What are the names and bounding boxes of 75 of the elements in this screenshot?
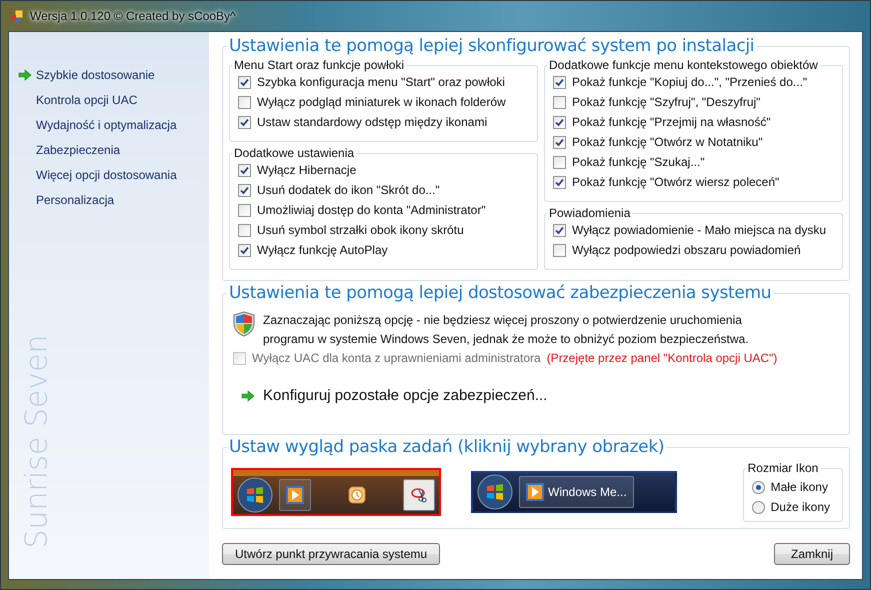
group-title: Menu Start oraz funkcje powłoki	[233, 58, 406, 72]
sidebar-item[interactable]: Kontrola opcji UAC	[9, 87, 209, 112]
checkbox[interactable]	[238, 96, 251, 108]
option-label: Wyłącz UAC dla konta z uprawnieniami administratora	[252, 351, 541, 365]
start-orb-icon	[477, 474, 513, 510]
taskbar-preview[interactable]	[231, 468, 441, 516]
checkbox[interactable]	[238, 164, 251, 176]
window-title: Wersja 1.0.120 © Created by sCooBy^	[30, 9, 236, 23]
checkbox[interactable]	[238, 204, 251, 216]
group-title: Rozmiar Ikon	[746, 461, 820, 475]
shield-icon	[233, 311, 255, 337]
taskbar-button: Windows Me...	[519, 476, 634, 508]
group-title: Dodatkowe ustawienia	[233, 146, 356, 160]
option-label: Wyłącz podpowiedzi obszaru powiadomień	[572, 243, 801, 257]
checkbox[interactable]	[238, 184, 251, 196]
checkbox[interactable]	[553, 136, 566, 148]
checkbox[interactable]	[238, 224, 251, 236]
group-title: Dodatkowe funkcje menu kontekstowego obiektów	[548, 58, 819, 72]
option-label: Ustaw standardowy odstęp między ikonami	[257, 115, 488, 129]
sidebar-item-label: Personalizacja	[36, 192, 114, 206]
checkbox[interactable]	[553, 244, 566, 256]
checkbox[interactable]	[238, 244, 251, 256]
checkbox[interactable]	[553, 176, 566, 188]
option-label: Usuń dodatek do ikon "Skrót do..."	[257, 183, 440, 197]
checkbox[interactable]	[553, 96, 566, 108]
option-label: Umożliwiaj dostęp do konta "Administrator"	[257, 203, 486, 217]
option-label: Pokaż funkcję "Szyfruj", "Deszyfruj"	[572, 95, 760, 109]
checkbox[interactable]	[553, 76, 566, 88]
checkbox[interactable]	[238, 76, 251, 88]
option-label: Pokaż funkcje "Kopiuj do...", "Przenieś do..."	[572, 75, 808, 89]
option-label: Małe ikony	[770, 480, 828, 494]
scissors-icon	[410, 486, 428, 504]
option-label: Wyłącz podgląd miniaturek w ikonach folderów	[257, 95, 506, 109]
description: Zaznaczając poniższą opcję - nie będziesz więcej proszony o potwierdzenie uruchomienia programu w systemie Windows Seven, jednak że może to obniżyć poziom bezpieczeństwa.	[263, 312, 750, 348]
option-label: Pokaż funkcję "Otwórz wiersz poleceń"	[572, 175, 780, 189]
checkbox[interactable]	[553, 156, 566, 168]
option-label: Wyłącz Hibernacje	[257, 163, 356, 177]
media-player-icon	[526, 482, 544, 500]
media-player-icon	[286, 486, 304, 504]
option-label: Pokaż funkcję "Przejmij na własność"	[572, 115, 771, 129]
option-label: Pokaż funkcję "Otwórz w Notatniku"	[572, 135, 763, 149]
option-label: Duże ikony	[770, 500, 830, 514]
taskbar-preview[interactable]: Windows Me...	[471, 470, 677, 512]
sidebar-item-label: Kontrola opcji UAC	[36, 92, 138, 106]
action-button[interactable]: Utwórz punkt przywracania systemu	[222, 543, 440, 565]
checkbox[interactable]	[238, 116, 251, 128]
group-title: Powiadomienia	[548, 206, 632, 220]
section-title: Ustawienia te pomogą lepiej dostosować zabezpieczenia systemu	[228, 283, 772, 303]
sidebar-item-label: Więcej opcji dostosowania	[36, 168, 177, 182]
sidebar-item[interactable]: Szybkie dostosowanie	[9, 62, 209, 87]
sidebar-item[interactable]: Wydajność i optymalizacja	[9, 112, 209, 137]
option-label: Szybka konfiguracja menu "Start" oraz powłoki	[257, 75, 505, 89]
section-title: Ustaw wygląd paska zadań (kliknij wybrany obrazek)	[228, 437, 666, 457]
checkbox[interactable]	[553, 224, 566, 236]
app-icon	[10, 9, 24, 23]
option-label: Usuń symbol strzałki obok ikony skrótu	[257, 223, 464, 237]
radio-button[interactable]	[752, 500, 765, 514]
start-orb-icon	[237, 476, 273, 512]
sidebar-item[interactable]: Więcej opcji dostosowania	[9, 162, 209, 187]
clock-icon	[347, 484, 367, 504]
sidebar-item-label: Zabezpieczenia	[36, 142, 120, 156]
section-title: Ustawienia te pomogą lepiej skonfigurować system po instalacji	[228, 36, 756, 56]
sidebar-item-label: Szybkie dostosowanie	[36, 68, 155, 82]
sidebar-item[interactable]: Zabezpieczenia	[9, 137, 209, 162]
option-label: Wyłącz funkcję AutoPlay	[257, 243, 388, 257]
warning-note: (Przejęte przez panel "Kontrola opcji UAC")	[546, 351, 778, 365]
arrow-icon	[241, 390, 255, 402]
option-label: Wyłącz powiadomienie - Mało miejsca na dysku	[572, 223, 826, 237]
checkbox[interactable]	[553, 116, 566, 128]
option-label: Pokaż funkcję "Szukaj..."	[572, 155, 705, 169]
sidebar-item[interactable]: Personalizacja	[9, 187, 209, 212]
radio-button[interactable]	[752, 480, 765, 494]
sidebar-item-label: Wydajność i optymalizacja	[36, 118, 177, 132]
action-button[interactable]: Zamknij	[774, 543, 850, 565]
security-link[interactable]: Konfiguruj pozostałe opcje zabezpieczeń...	[263, 387, 548, 404]
